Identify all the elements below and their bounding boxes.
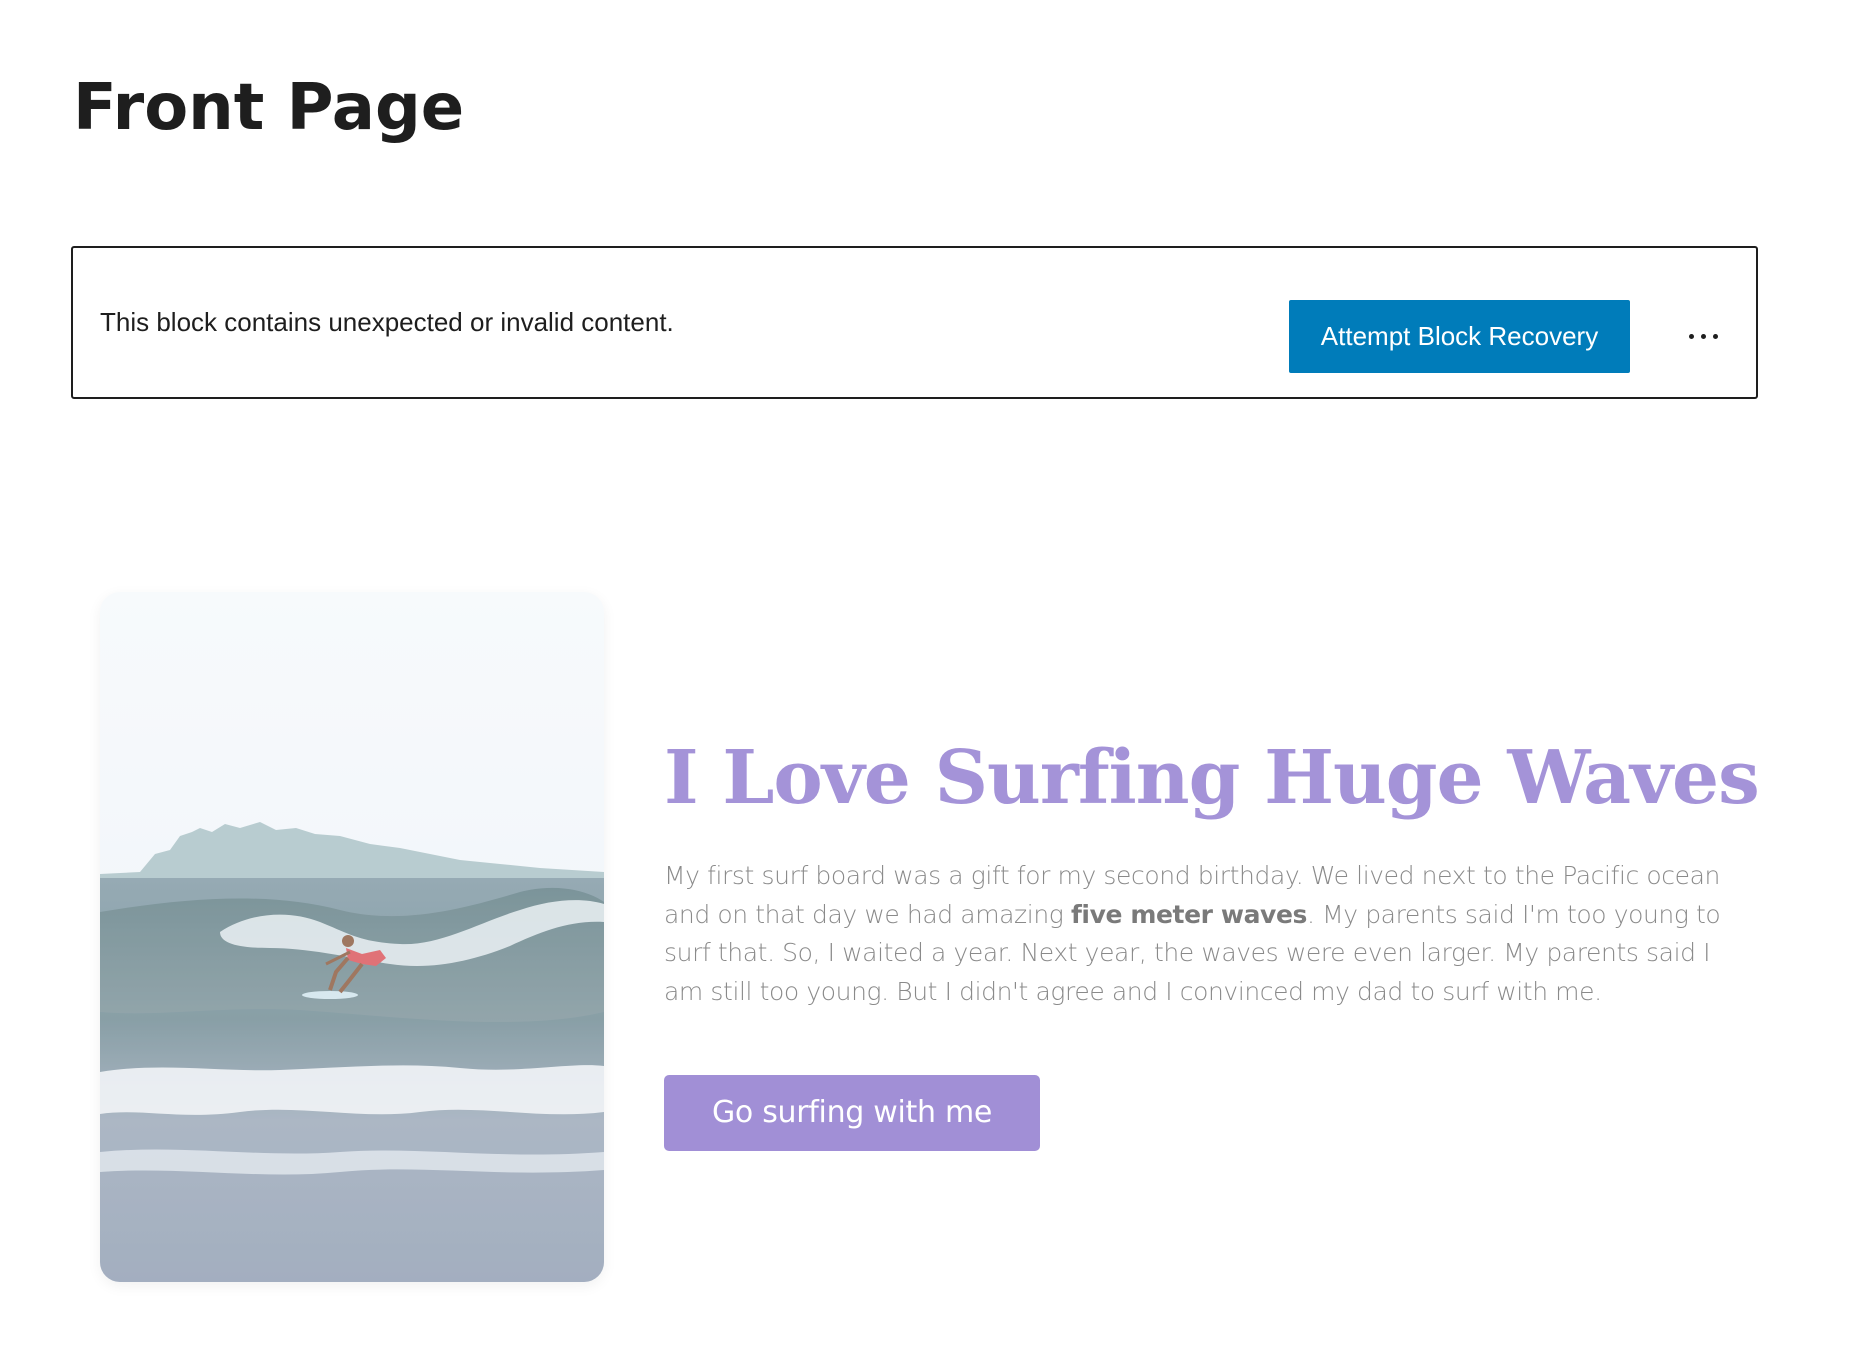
paragraph-bold-text: five meter waves <box>1070 899 1307 929</box>
invalid-block-warning: This block contains unexpected or invali… <box>71 246 1758 399</box>
more-horizontal-icon <box>1688 334 1718 339</box>
hero-paragraph: My first surf board was a gift for my se… <box>664 857 1744 1011</box>
attempt-block-recovery-button[interactable]: Attempt Block Recovery <box>1289 300 1630 373</box>
more-options-button[interactable] <box>1669 300 1737 373</box>
warning-message: This block contains unexpected or invali… <box>100 307 674 337</box>
page-title: Front Page <box>73 71 465 145</box>
hero-heading: I Love Surfing Huge Waves <box>664 735 1760 821</box>
surfer-image <box>100 592 604 1282</box>
go-surfing-button[interactable]: Go surfing with me <box>664 1075 1040 1151</box>
